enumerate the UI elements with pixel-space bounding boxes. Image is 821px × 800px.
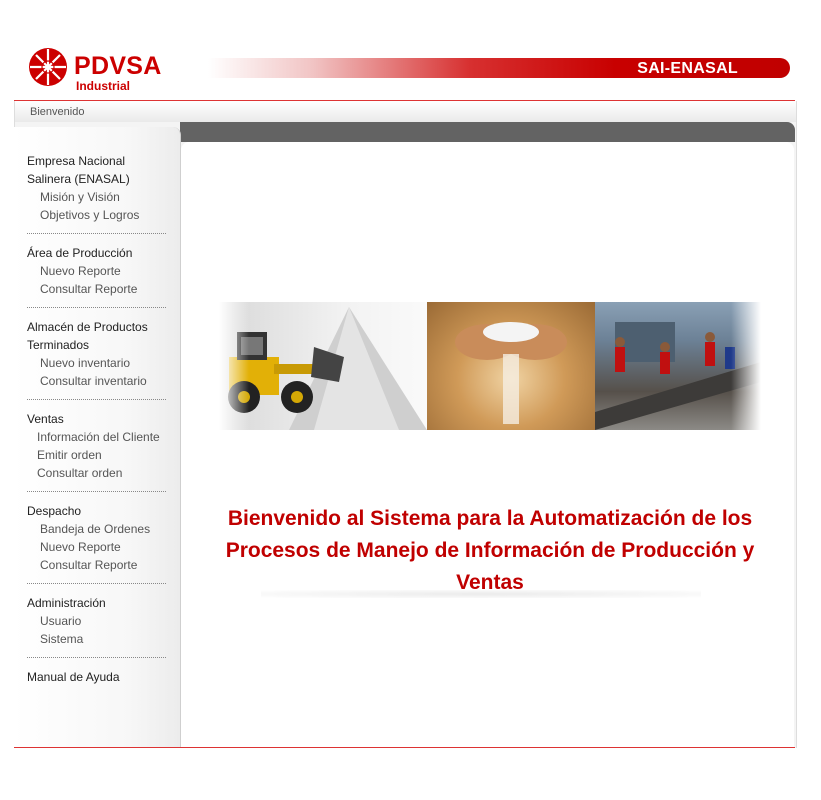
brand-name: PDVSA (74, 52, 162, 80)
menu-item-mision[interactable]: Misión y Visión (27, 188, 172, 206)
menu-item-emitir-orden[interactable]: Emitir orden (27, 446, 172, 464)
menu-section-ventas: Ventas Información del Cliente Emitir or… (27, 410, 172, 482)
menu-item-sistema[interactable]: Sistema (27, 630, 172, 648)
menu-section-title[interactable]: Despacho (27, 502, 172, 520)
banner-image (219, 302, 761, 430)
banner-workers-photo (595, 302, 761, 430)
menu-item-manual-ayuda[interactable]: Manual de Ayuda (27, 668, 172, 686)
menu-section-enasal: Empresa Nacional Salinera (ENASAL) Misió… (27, 152, 172, 224)
menu-divider (27, 307, 166, 309)
menu-item-objetivos[interactable]: Objetivos y Logros (27, 206, 172, 224)
sidebar: Empresa Nacional Salinera (ENASAL) Misió… (14, 127, 181, 747)
menu-section-title[interactable]: Empresa Nacional Salinera (ENASAL) (27, 152, 172, 188)
brand-subtitle: Industrial (76, 79, 131, 93)
menu-item-nuevo-reporte-despacho[interactable]: Nuevo Reporte (27, 538, 172, 556)
menu-item-bandeja-ordenes[interactable]: Bandeja de Ordenes (27, 520, 172, 538)
menu-item-consultar-inventario[interactable]: Consultar inventario (27, 372, 172, 390)
menu-item-nuevo-inventario[interactable]: Nuevo inventario (27, 354, 172, 372)
menu-section-produccion: Área de Producción Nuevo Reporte Consult… (27, 244, 172, 298)
menu-section-ayuda: Manual de Ayuda (27, 668, 172, 686)
pdvsa-sun-icon (29, 48, 67, 86)
app-title: SAI-ENASAL (637, 60, 738, 77)
menu-divider (27, 583, 166, 585)
breadcrumb: Bienvenido (14, 101, 797, 122)
footer-divider (14, 747, 795, 748)
menu-section-title[interactable]: Ventas (27, 410, 172, 428)
banner-salt-hands-photo (427, 302, 595, 430)
menu-divider (27, 491, 166, 493)
welcome-underline (261, 590, 701, 598)
banner-loader-photo (219, 302, 427, 430)
menu-item-nuevo-reporte[interactable]: Nuevo Reporte (27, 262, 172, 280)
menu-divider (27, 657, 166, 659)
menu-item-consultar-orden[interactable]: Consultar orden (27, 464, 172, 482)
pdvsa-logo: PDVSA Industrial (28, 47, 208, 95)
menu-section-title[interactable]: Almacén de Productos Terminados (27, 318, 172, 354)
menu-section-despacho: Despacho Bandeja de Ordenes Nuevo Report… (27, 502, 172, 574)
menu-item-info-cliente[interactable]: Información del Cliente (27, 428, 172, 446)
menu-divider (27, 233, 166, 235)
loader-illustration (228, 307, 427, 430)
sidebar-menu: Empresa Nacional Salinera (ENASAL) Misió… (27, 152, 172, 686)
banner-fade (219, 302, 249, 430)
menu-section-almacen: Almacén de Productos Terminados Nuevo in… (27, 318, 172, 390)
menu-item-usuario[interactable]: Usuario (27, 612, 172, 630)
main-content: Bienvenido al Sistema para la Automatiza… (181, 142, 794, 747)
breadcrumb-item[interactable]: Bienvenido (30, 106, 84, 118)
menu-divider (27, 399, 166, 401)
menu-section-administracion: Administración Usuario Sistema (27, 594, 172, 648)
banner-fade (731, 302, 761, 430)
hands-illustration (455, 322, 567, 424)
menu-section-title[interactable]: Área de Producción (27, 244, 172, 262)
menu-section-title[interactable]: Administración (27, 594, 172, 612)
menu-item-consultar-reporte[interactable]: Consultar Reporte (27, 280, 172, 298)
welcome-message: Bienvenido al Sistema para la Automatiza… (225, 507, 755, 594)
content-header-bar (180, 122, 795, 142)
app-title-bar: SAI-ENASAL (208, 58, 790, 78)
menu-item-consultar-reporte-despacho[interactable]: Consultar Reporte (27, 556, 172, 574)
